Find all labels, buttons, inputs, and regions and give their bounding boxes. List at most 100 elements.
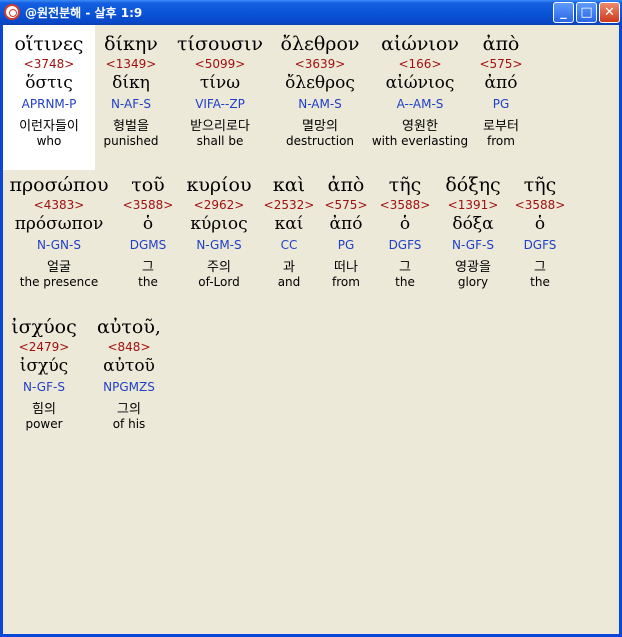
greek-word: καὶ — [272, 174, 306, 196]
korean-gloss: 힘의 — [32, 402, 56, 417]
parsing-code: NPGMZS — [103, 380, 155, 394]
korean-gloss: 주의 — [207, 260, 231, 275]
korean-gloss: 받으리로다 — [190, 119, 250, 134]
greek-word: αὐτοῦ, — [97, 316, 161, 338]
english-gloss: destruction — [285, 134, 355, 148]
strongs-number: <1391> — [447, 198, 499, 212]
lexical-form: καί — [274, 214, 304, 234]
parsing-code: PG — [337, 238, 355, 252]
word-block[interactable]: τίσουσιν <5099> τίνω VIFA--ZP 받으리로다 shal… — [167, 25, 273, 155]
korean-gloss: 영광을 — [455, 260, 491, 275]
lexical-form: ἀπό — [484, 73, 518, 93]
greek-word: ἀπὸ — [482, 33, 520, 55]
word-block[interactable]: ἰσχύος <2479> ἰσχύς N-GF-S 힘의 power — [3, 308, 85, 438]
english-gloss: and — [277, 275, 301, 289]
greek-word: δίκην — [104, 33, 158, 55]
title-bar[interactable]: @원전분해 - 살후 1:9 _ □ ✕ — [0, 0, 622, 25]
lexical-form: αὐτοῦ — [103, 356, 155, 376]
parsing-code: N-AF-S — [110, 97, 152, 111]
app-logo-icon[interactable] — [4, 4, 20, 20]
greek-word: τοῦ — [131, 174, 165, 196]
lexical-form: τίνω — [199, 73, 241, 93]
word-block[interactable]: αἰώνιον <166> αἰώνιος A--AM-S 영원한 with e… — [371, 25, 469, 155]
lexical-form: ὁ — [399, 214, 411, 234]
word-block[interactable]: κυρίου <2962> κύριος N-GM-S 주의 of-Lord — [182, 166, 256, 296]
word-block[interactable]: τῆς <3588> ὁ DGFS 그 the — [379, 166, 431, 296]
close-button[interactable]: ✕ — [599, 2, 620, 23]
parsing-code: DGMS — [129, 238, 167, 252]
greek-word: οἵτινες — [14, 33, 84, 55]
korean-gloss: 영원한 — [402, 119, 438, 134]
word-block[interactable]: τῆς <3588> ὁ DGFS 그 the — [514, 166, 566, 296]
parsing-code: CC — [280, 238, 298, 252]
greek-word: ὄλεθρον — [280, 33, 360, 55]
maximize-button[interactable]: □ — [576, 2, 597, 23]
lexical-form: ὅστις — [25, 73, 73, 93]
english-gloss: glory — [457, 275, 489, 289]
lexical-form: ἀπό — [329, 214, 363, 234]
strongs-number: <848> — [107, 340, 151, 354]
english-gloss: the — [138, 275, 158, 289]
korean-gloss: 떠나 — [334, 260, 358, 275]
word-block[interactable]: καὶ <2532> καί CC 과 and — [263, 166, 315, 296]
strongs-number: <3639> — [294, 57, 346, 71]
korean-gloss: 과 — [283, 260, 295, 275]
word-block[interactable]: προσώπου <4383> πρόσωπον N-GN-S 얼굴 the p… — [3, 166, 115, 296]
strongs-number: <3588> — [122, 198, 174, 212]
strongs-number: <2479> — [18, 340, 70, 354]
word-block[interactable]: αὐτοῦ, <848> αὐτοῦ NPGMZS 그의 of his — [93, 308, 165, 438]
korean-gloss: 얼굴 — [47, 260, 71, 275]
strongs-number: <2532> — [263, 198, 315, 212]
greek-word: αἰώνιον — [381, 33, 459, 55]
lexical-form: ὁ — [534, 214, 546, 234]
english-gloss: punished — [103, 134, 159, 148]
english-gloss: the presence — [19, 275, 99, 289]
strongs-number: <3748> — [23, 57, 75, 71]
word-block[interactable]: δόξης <1391> δόξα N-GF-S 영광을 glory — [437, 166, 509, 296]
word-block[interactable]: ἀπὸ <575> ἀπό PG 로부터 from — [473, 25, 529, 155]
english-gloss: of his — [112, 417, 146, 431]
word-block[interactable]: ἀπὸ <575> ἀπό PG 떠나 from — [320, 166, 372, 296]
lexical-form: κύριος — [190, 214, 248, 234]
english-gloss: from — [487, 134, 515, 148]
korean-gloss: 그 — [534, 260, 546, 275]
strongs-number: <3588> — [514, 198, 566, 212]
lexical-form: ἰσχύς — [19, 356, 69, 376]
interlinear-panel: οἵτινες <3748> ὅστις APRNM-P 이런자들이 who δ… — [3, 25, 619, 634]
parsing-code: N-GM-S — [196, 238, 242, 252]
english-gloss: of-Lord — [198, 275, 240, 289]
english-gloss: power — [25, 417, 63, 431]
lexical-form: ὄλεθρος — [285, 73, 355, 93]
word-block[interactable]: δίκην <1349> δίκη N-AF-S 형벌을 punished — [96, 25, 166, 155]
strongs-number: <166> — [398, 57, 442, 71]
greek-word: ἰσχύος — [11, 316, 77, 338]
parsing-code: APRNM-P — [21, 97, 77, 111]
korean-gloss: 멸망의 — [302, 119, 338, 134]
korean-gloss: 이런자들이 — [19, 119, 79, 134]
window-title: @원전분해 - 살후 1:9 — [25, 6, 143, 20]
parsing-code: PG — [492, 97, 510, 111]
korean-gloss: 그의 — [117, 402, 141, 417]
strongs-number: <575> — [479, 57, 523, 71]
word-block[interactable]: οἵτινες <3748> ὅστις APRNM-P 이런자들이 who — [3, 25, 95, 155]
minimize-button[interactable]: _ — [553, 2, 574, 23]
korean-gloss: 형벌을 — [113, 119, 149, 134]
parsing-code: VIFA--ZP — [195, 97, 245, 111]
greek-word: τίσουσιν — [177, 33, 263, 55]
korean-gloss: 그 — [399, 260, 411, 275]
parsing-code: N-GN-S — [37, 238, 81, 252]
parsing-code: N-GF-S — [452, 238, 494, 252]
strongs-number: <575> — [324, 198, 368, 212]
greek-word: ἀπὸ — [327, 174, 365, 196]
greek-word: τῆς — [388, 174, 422, 196]
lexical-form: αἰώνιος — [385, 73, 455, 93]
parsing-code: N-AM-S — [298, 97, 342, 111]
word-block[interactable]: ὄλεθρον <3639> ὄλεθρος N-AM-S 멸망의 destru… — [274, 25, 366, 155]
strongs-number: <3588> — [379, 198, 431, 212]
korean-gloss: 로부터 — [483, 119, 519, 134]
word-block[interactable]: τοῦ <3588> ὁ DGMS 그 the — [122, 166, 174, 296]
strongs-number: <2962> — [193, 198, 245, 212]
english-gloss: the — [395, 275, 415, 289]
greek-word: δόξης — [445, 174, 501, 196]
parsing-code: N-GF-S — [23, 380, 65, 394]
